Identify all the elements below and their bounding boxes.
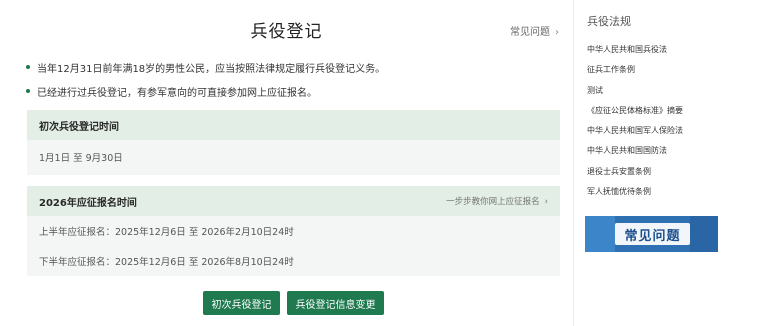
sidebar-title: 兵役法规 xyxy=(587,15,631,28)
main-content: 兵役登记 常见问题 › 当年12月31日前年满18岁的男性公民，应当按照法律规定履… xyxy=(0,0,573,326)
notice-text: 当年12月31日前年满18岁的男性公民，应当按照法律规定履行兵役登记义务。 xyxy=(37,63,386,75)
sidebar-item-conscription-regulations[interactable]: 征兵工作条例 xyxy=(587,64,683,84)
first-registration-button[interactable]: 初次兵役登记 xyxy=(203,291,280,315)
enlistment-card: 2026年应征报名时间 一步步教你网上应征报名 › 上半年应征报名：2025年12… xyxy=(27,186,560,276)
chevron-right-icon: › xyxy=(555,27,559,38)
registration-period: 1月1日 至 9月30日 xyxy=(39,152,123,164)
faq-banner[interactable]: 常见问题 xyxy=(585,216,718,252)
bullet-dot-icon xyxy=(26,65,30,69)
banner-decoration xyxy=(585,216,615,252)
card-header: 初次兵役登记时间 xyxy=(27,110,560,140)
sidebar-item-military-service-law[interactable]: 中华人民共和国兵役法 xyxy=(587,44,683,64)
faq-link[interactable]: 常见问题 › xyxy=(510,23,559,38)
list-item: 当年12月31日前年满18岁的男性公民，应当按照法律规定履行兵役登记义务。 xyxy=(26,60,566,75)
sidebar: 兵役法规 中华人民共和国兵役法 征兵工作条例 测试 《应征公民体格标准》摘要 中… xyxy=(573,0,778,326)
info-change-button[interactable]: 兵役登记信息变更 xyxy=(287,291,384,315)
sidebar-item-physical-standards[interactable]: 《应征公民体格标准》摘要 xyxy=(587,105,683,125)
page-title: 兵役登记 xyxy=(250,22,323,42)
bullet-dot-icon xyxy=(26,89,30,93)
sidebar-item-national-defense-law[interactable]: 中华人民共和国国防法 xyxy=(587,145,683,165)
regulations-list: 中华人民共和国兵役法 征兵工作条例 测试 《应征公民体格标准》摘要 中华人民共和… xyxy=(587,44,683,206)
sidebar-item-military-pension[interactable]: 军人抚恤优待条例 xyxy=(587,186,683,206)
faq-link-label: 常见问题 xyxy=(510,27,550,38)
sidebar-item-test[interactable]: 测试 xyxy=(587,85,683,105)
second-half-period: 下半年应征报名：2025年12月6日 至 2026年8月10日24时 xyxy=(39,257,294,268)
sidebar-item-veteran-resettlement[interactable]: 退役士兵安置条例 xyxy=(587,166,683,186)
sidebar-item-military-insurance-law[interactable]: 中华人民共和国军人保险法 xyxy=(587,125,683,145)
enlistment-guide-link[interactable]: 一步步教你网上应征报名 › xyxy=(446,195,548,207)
first-half-period: 上半年应征报名：2025年12月6日 至 2026年2月10日24时 xyxy=(39,227,294,238)
chevron-right-icon: › xyxy=(544,197,548,207)
card-header: 2026年应征报名时间 一步步教你网上应征报名 › xyxy=(27,186,560,216)
card-title: 初次兵役登记时间 xyxy=(39,121,119,133)
guide-link-label: 一步步教你网上应征报名 xyxy=(446,197,540,207)
notice-list: 当年12月31日前年满18岁的男性公民，应当按照法律规定履行兵役登记义务。 已经… xyxy=(26,60,566,108)
banner-label: 常见问题 xyxy=(615,223,690,245)
first-registration-card: 初次兵役登记时间 1月1日 至 9月30日 xyxy=(27,110,560,175)
notice-text: 已经进行过兵役登记，有参军意向的可直接参加网上应征报名。 xyxy=(37,87,317,99)
card-title: 2026年应征报名时间 xyxy=(39,197,137,209)
banner-decoration xyxy=(690,216,718,252)
list-item: 已经进行过兵役登记，有参军意向的可直接参加网上应征报名。 xyxy=(26,84,566,99)
